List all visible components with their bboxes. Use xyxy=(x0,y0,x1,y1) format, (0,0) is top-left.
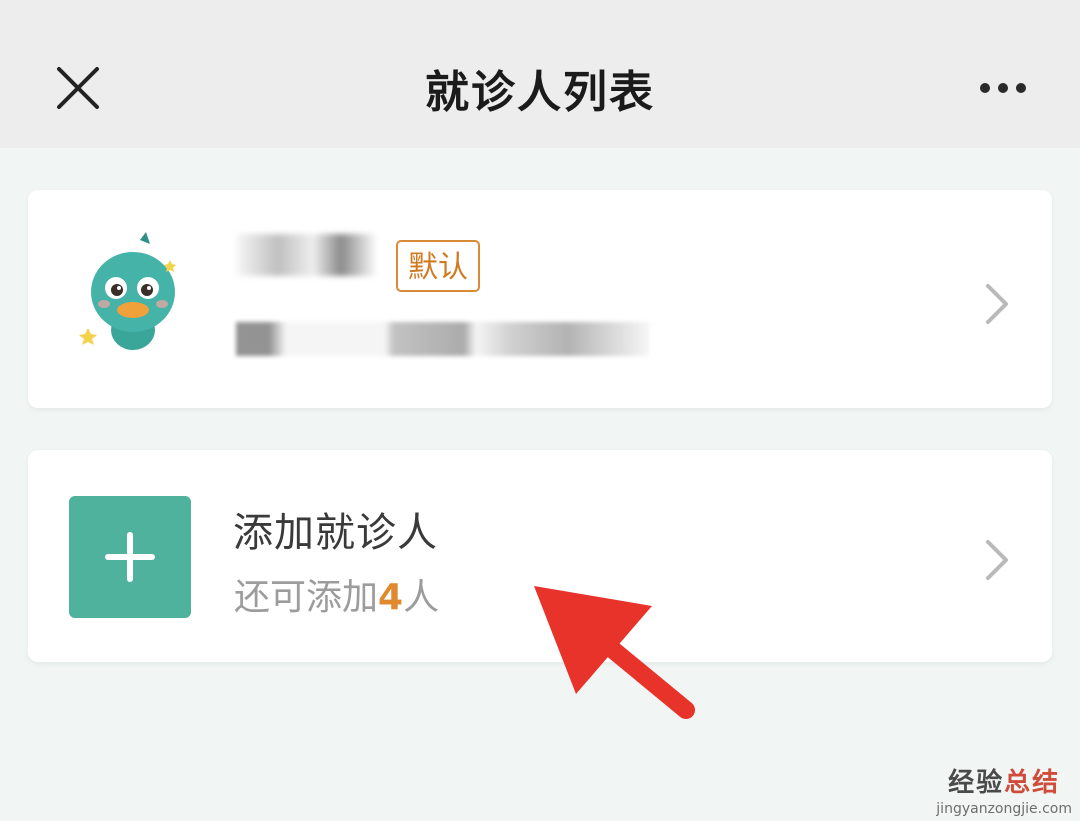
watermark-main-1: 经验 xyxy=(948,768,1005,798)
top-bar xyxy=(0,0,1080,148)
patient-card[interactable]: 默认 xyxy=(28,190,1052,408)
close-button[interactable] xyxy=(50,60,106,116)
watermark: 经验总结 jingyanzongjie.com xyxy=(936,762,1072,817)
duck-avatar-icon xyxy=(79,232,176,350)
chevron-right-icon[interactable] xyxy=(984,538,1010,582)
close-icon xyxy=(57,67,99,109)
add-patient-title: 添加就诊人 xyxy=(233,510,438,556)
patient-name-redacted xyxy=(236,234,376,276)
watermark-main-2: 总结 xyxy=(1004,768,1061,798)
patient-info-redacted xyxy=(236,322,650,356)
default-badge: 默认 xyxy=(396,240,480,292)
remaining-prefix: 还可添加 xyxy=(234,577,379,618)
add-patient-card[interactable]: 添加就诊人 还可添加4人 xyxy=(28,450,1052,662)
plus-icon xyxy=(105,532,155,582)
add-patient-button[interactable] xyxy=(69,496,191,618)
remaining-count-text: 还可添加4人 xyxy=(234,568,439,620)
remaining-suffix: 人 xyxy=(403,577,440,618)
watermark-url: jingyanzongjie.com xyxy=(936,801,1072,817)
more-icon xyxy=(980,83,990,93)
more-button[interactable] xyxy=(968,70,1038,106)
chevron-right-icon[interactable] xyxy=(984,282,1010,326)
remaining-count: 4 xyxy=(378,577,404,618)
